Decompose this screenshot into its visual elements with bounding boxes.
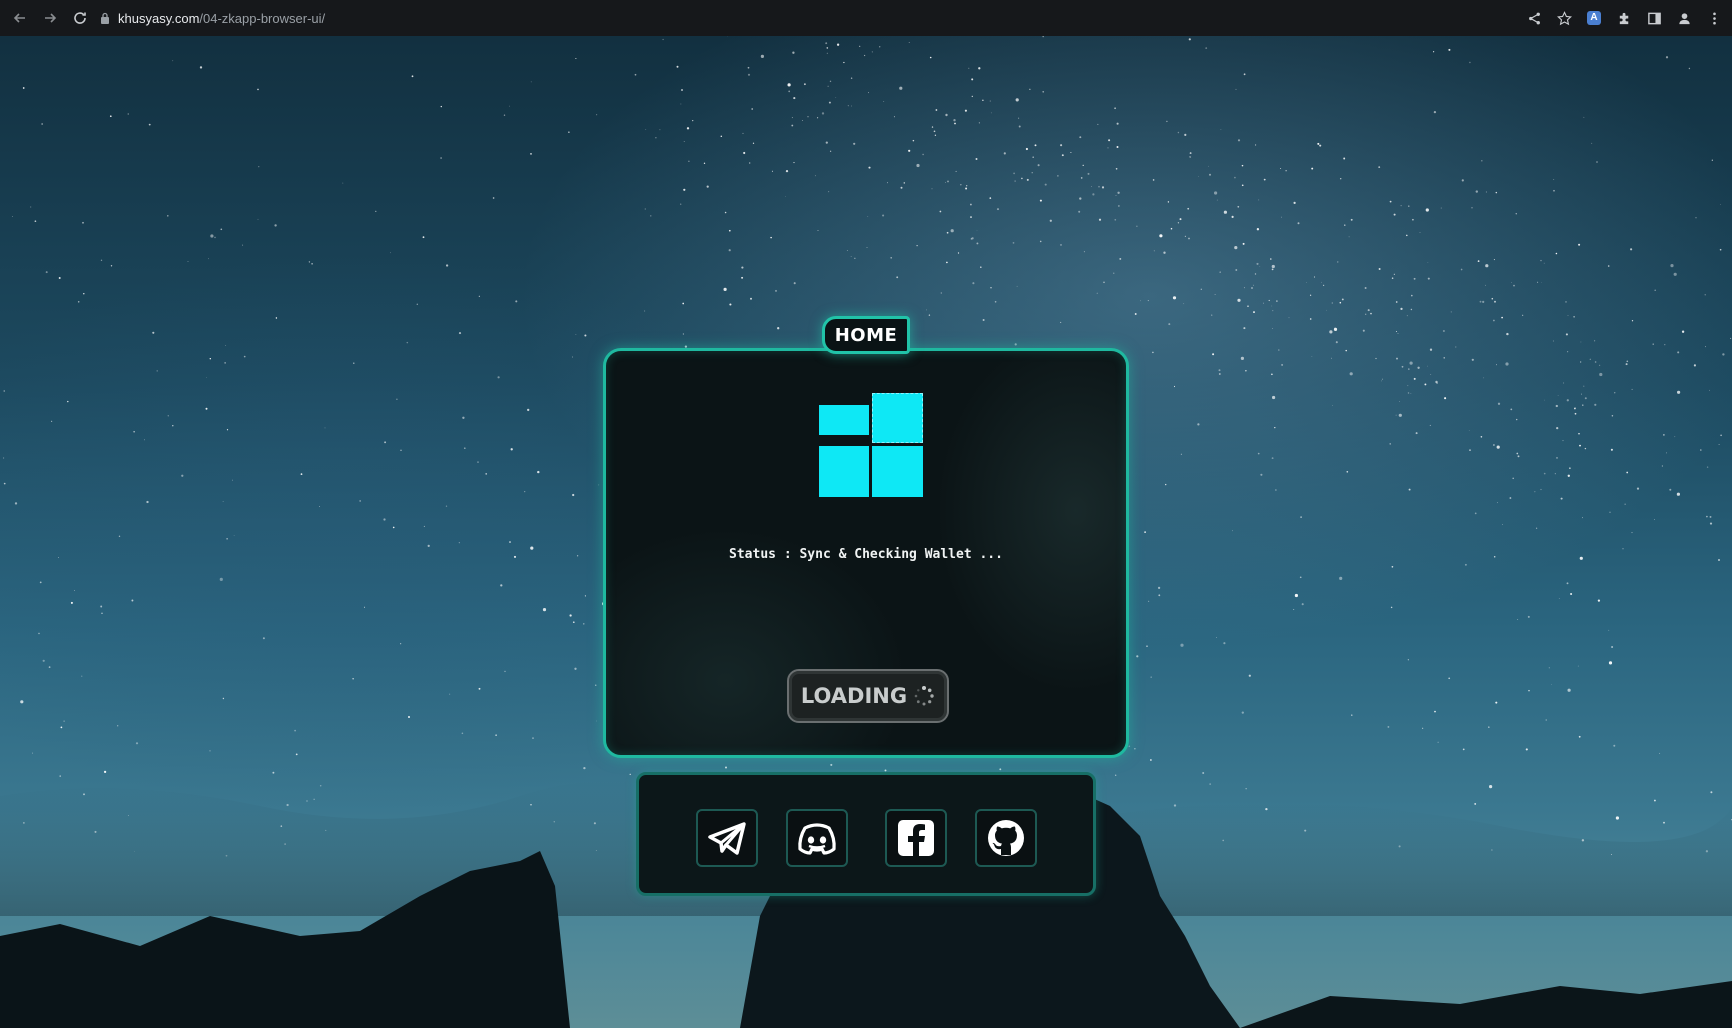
share-icon bbox=[1528, 12, 1540, 24]
loading-label: LOADING bbox=[800, 684, 908, 708]
github-button[interactable] bbox=[975, 809, 1037, 867]
logo-tile bbox=[872, 393, 923, 443]
more-vert-icon bbox=[1712, 12, 1716, 24]
social-links-panel bbox=[636, 772, 1096, 896]
arrow-left-icon bbox=[13, 13, 25, 23]
extension-button[interactable]: A bbox=[1582, 6, 1606, 30]
profile-button[interactable] bbox=[1672, 6, 1696, 30]
share-button[interactable] bbox=[1522, 6, 1546, 30]
lock-icon bbox=[101, 12, 109, 24]
github-icon bbox=[988, 820, 1024, 856]
star-icon bbox=[1556, 10, 1572, 25]
url-text: khusyasy.com/04-zkapp-browser-ui/ bbox=[118, 11, 325, 26]
windows-logo-icon bbox=[819, 393, 923, 497]
logo-tile bbox=[819, 405, 869, 435]
url-host: khusyasy.com bbox=[118, 10, 200, 26]
facebook-button[interactable] bbox=[885, 809, 947, 867]
bookmark-button[interactable] bbox=[1552, 6, 1576, 30]
arrow-right-icon bbox=[45, 13, 57, 23]
status-text: Status : Sync & Checking Wallet ... bbox=[729, 547, 1003, 562]
facebook-icon bbox=[898, 820, 934, 856]
url-path: /04-zkapp-browser-ui/ bbox=[199, 10, 326, 26]
forward-button[interactable] bbox=[36, 4, 64, 32]
back-button[interactable] bbox=[6, 4, 34, 32]
extension-badge-icon: A bbox=[1587, 11, 1601, 25]
telegram-icon bbox=[708, 822, 746, 855]
profile-icon bbox=[1678, 12, 1690, 24]
reload-icon bbox=[74, 12, 86, 24]
browser-toolbar: khusyasy.com/04-zkapp-browser-ui/ A bbox=[0, 0, 1732, 36]
telegram-button[interactable] bbox=[696, 809, 758, 867]
menu-button[interactable] bbox=[1702, 6, 1726, 30]
extensions-button[interactable] bbox=[1612, 6, 1636, 30]
home-tab[interactable]: HOME bbox=[822, 316, 910, 354]
discord-icon bbox=[798, 823, 836, 855]
address-bar[interactable]: khusyasy.com/04-zkapp-browser-ui/ bbox=[100, 5, 1500, 31]
logo-tile bbox=[819, 446, 869, 497]
reload-button[interactable] bbox=[66, 4, 94, 32]
logo-tile bbox=[872, 446, 923, 497]
side-panel-icon bbox=[1647, 12, 1661, 24]
puzzle-icon bbox=[1619, 12, 1628, 24]
side-panel-button[interactable] bbox=[1642, 6, 1666, 30]
wallet-status-card: Status : Sync & Checking Wallet ... LOAD… bbox=[603, 348, 1129, 758]
loading-button[interactable]: LOADING bbox=[787, 669, 949, 723]
discord-button[interactable] bbox=[786, 809, 848, 867]
toolbar-actions: A bbox=[1522, 4, 1726, 32]
spinner-icon bbox=[914, 686, 934, 706]
